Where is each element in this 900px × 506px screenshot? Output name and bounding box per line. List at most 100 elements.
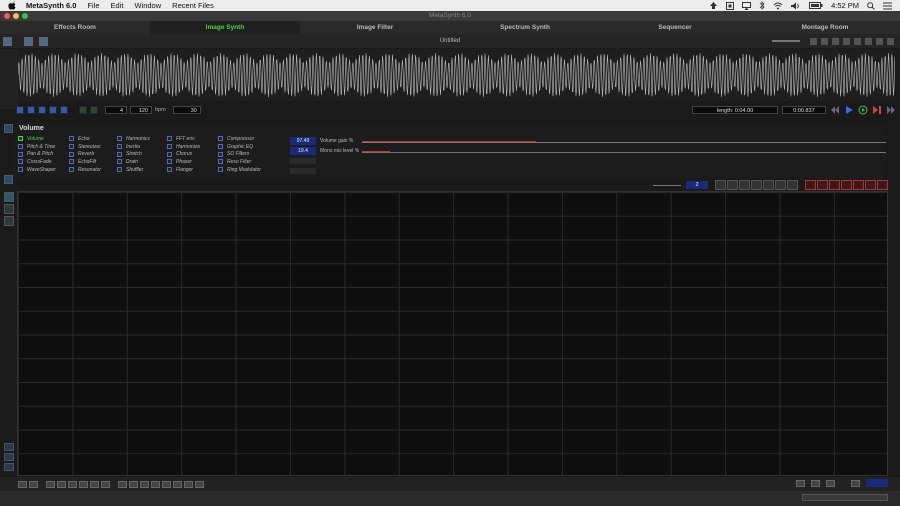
effect-checkbox[interactable] xyxy=(18,136,23,142)
rewind-icon[interactable] xyxy=(821,37,828,45)
effect-item[interactable]: Ring Modulator xyxy=(218,166,261,174)
airplay-icon[interactable] xyxy=(742,1,752,10)
select-all-icon[interactable] xyxy=(38,106,46,114)
effect-item[interactable]: Resonator xyxy=(69,166,101,174)
effect-item[interactable]: Stretch xyxy=(117,150,150,158)
fill-icon[interactable] xyxy=(79,480,88,488)
randomize-icon[interactable] xyxy=(162,480,171,488)
duration-field[interactable]: 30 xyxy=(172,106,201,114)
paste-icon[interactable] xyxy=(57,480,66,488)
step-back-icon[interactable] xyxy=(832,37,839,45)
waveform-display[interactable] xyxy=(18,49,895,101)
effect-item[interactable]: SO Filters xyxy=(218,150,261,158)
undo-icon[interactable] xyxy=(18,480,27,488)
effect-item[interactable]: FFT env xyxy=(167,135,200,143)
cancel-icon[interactable] xyxy=(876,37,883,45)
fx-settings-icon[interactable] xyxy=(4,175,13,184)
close-window-button[interactable] xyxy=(4,13,10,19)
menu-app-name[interactable]: MetaSynth 6.0 xyxy=(26,1,76,10)
shift-down-icon[interactable] xyxy=(140,480,149,488)
effect-checkbox[interactable] xyxy=(117,151,122,157)
effect-item[interactable]: Inertia xyxy=(117,143,150,151)
tab-montage-room[interactable]: Montage Room xyxy=(750,21,900,34)
menu-file[interactable]: File xyxy=(87,1,99,10)
effect-checkbox[interactable] xyxy=(117,136,122,142)
tab-effects-room[interactable]: Effects Room xyxy=(0,21,150,34)
rewind-button-icon[interactable] xyxy=(830,105,840,115)
effect-checkbox[interactable] xyxy=(18,151,23,157)
effect-checkbox[interactable] xyxy=(69,159,74,165)
effect-checkbox[interactable] xyxy=(218,167,223,173)
loop-region-icon[interactable] xyxy=(27,106,35,114)
play-button-icon[interactable] xyxy=(844,105,854,115)
clear-icon[interactable] xyxy=(68,480,77,488)
curve-preset-3-icon[interactable] xyxy=(4,463,14,471)
forward-button-icon[interactable] xyxy=(886,105,896,115)
zoom-slider[interactable] xyxy=(772,40,800,42)
effect-item[interactable]: Chorus xyxy=(167,150,200,158)
menubar-clock[interactable]: 4:52 PM xyxy=(831,1,859,10)
effect-item[interactable]: Volume xyxy=(18,135,56,143)
tab-sequencer[interactable]: Sequencer xyxy=(600,21,750,34)
copy-icon[interactable] xyxy=(46,480,55,488)
loop-play-button-icon[interactable] xyxy=(858,105,868,115)
display-mode-icon[interactable] xyxy=(811,479,820,487)
draw-tool-icon[interactable] xyxy=(4,192,14,202)
effect-item[interactable]: WaveShaper xyxy=(18,166,56,174)
output-level-field[interactable] xyxy=(866,479,888,487)
graph-zoom-slider[interactable] xyxy=(653,184,681,186)
effect-checkbox[interactable] xyxy=(117,159,122,165)
effect-item[interactable]: Flanger xyxy=(167,166,200,174)
zoom-out-icon[interactable] xyxy=(60,106,68,114)
wifi-icon[interactable] xyxy=(773,2,783,10)
effect-item[interactable]: EchoFilt xyxy=(69,158,101,166)
bluetooth-icon[interactable] xyxy=(759,1,765,10)
search-icon[interactable] xyxy=(867,1,875,10)
effect-item[interactable]: Compressor xyxy=(218,135,261,143)
marker-icon[interactable] xyxy=(16,106,24,114)
sync-icon[interactable] xyxy=(90,106,98,114)
effect-checkbox[interactable] xyxy=(218,151,223,157)
shape-ramp-up-icon[interactable] xyxy=(739,180,750,190)
effect-item[interactable]: Shuffler xyxy=(117,166,150,174)
effect-checkbox[interactable] xyxy=(218,159,223,165)
effect-checkbox[interactable] xyxy=(18,144,23,150)
shape-triangle-icon[interactable] xyxy=(775,180,786,190)
mirror-icon[interactable] xyxy=(151,480,160,488)
shape-red-spike-icon[interactable] xyxy=(853,180,864,190)
effect-checkbox[interactable] xyxy=(167,144,172,150)
reverse-icon[interactable] xyxy=(173,480,182,488)
shape-curve-icon[interactable] xyxy=(751,180,762,190)
beats-field[interactable]: 4 xyxy=(105,106,127,114)
effect-item[interactable]: Drain xyxy=(117,158,150,166)
tab-spectrum-synth[interactable]: Spectrum Synth xyxy=(450,21,600,34)
play-selection-button-icon[interactable] xyxy=(872,105,882,115)
shape-peak-icon[interactable] xyxy=(763,180,774,190)
shape-red-zigzag-icon[interactable] xyxy=(817,180,828,190)
grid-tool-icon[interactable] xyxy=(4,216,14,226)
effect-item[interactable]: CrossFade xyxy=(18,158,56,166)
loop-icon[interactable] xyxy=(865,37,872,45)
envelope-graph[interactable] xyxy=(17,191,888,476)
fast-forward-icon[interactable] xyxy=(854,37,861,45)
curve-preset-2-icon[interactable] xyxy=(4,453,14,461)
tab-image-synth[interactable]: Image Synth xyxy=(150,21,300,34)
menu-edit[interactable]: Edit xyxy=(111,1,124,10)
effect-item[interactable]: Echo xyxy=(69,135,101,143)
effect-checkbox[interactable] xyxy=(218,136,223,142)
shape-red-ramp-icon[interactable] xyxy=(805,180,816,190)
graph-value-field[interactable]: 2 xyxy=(686,181,708,189)
shape-red-fill-icon[interactable] xyxy=(865,180,876,190)
effect-item[interactable]: Reverb xyxy=(69,150,101,158)
speaker-icon[interactable] xyxy=(826,479,835,487)
effect-item[interactable]: Phaser xyxy=(167,158,200,166)
effect-checkbox[interactable] xyxy=(117,144,122,150)
menu-recent-files[interactable]: Recent Files xyxy=(172,1,214,10)
tab-image-filter[interactable]: Image Filter xyxy=(300,21,450,34)
effect-checkbox[interactable] xyxy=(218,144,223,150)
effect-checkbox[interactable] xyxy=(167,167,172,173)
effect-item[interactable]: Graphic EQ xyxy=(218,143,261,151)
metronome-icon[interactable] xyxy=(79,106,87,114)
effect-checkbox[interactable] xyxy=(167,136,172,142)
zoom-in-icon[interactable] xyxy=(49,106,57,114)
